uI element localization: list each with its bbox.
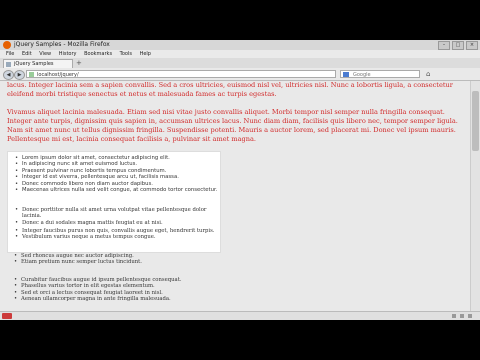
bullet-list: Lorem ipsum dolor sit amet, consectetur … xyxy=(8,155,217,194)
list-item: Maecenas ultrices nulla sed velit congue… xyxy=(15,187,217,194)
address-text: localhost/jquery/ xyxy=(37,72,79,78)
vertical-scrollbar[interactable] xyxy=(470,81,480,311)
navigation-bar: ◀ ▶ localhost/jquery/ Google ⌂ xyxy=(0,68,480,81)
address-bar[interactable]: localhost/jquery/ xyxy=(26,70,336,78)
page-content: lacus. Integer lacinia sem a sapien conv… xyxy=(0,81,480,311)
page-favicon-icon xyxy=(6,62,11,67)
bullet-list: Sed rhoncus augue nec auctor adipiscing.… xyxy=(7,253,142,266)
bullet-list: Curabitur faucibus augue id ipsum pellen… xyxy=(7,277,182,303)
list-item: Donec a dui sodales magna mattis feugiat… xyxy=(15,220,220,227)
google-search-icon xyxy=(343,72,349,77)
menu-help[interactable]: Help xyxy=(140,51,151,57)
minimize-button[interactable]: – xyxy=(438,41,450,50)
scrollbar-thumb[interactable] xyxy=(472,91,479,151)
search-input[interactable]: Google xyxy=(340,70,420,78)
list-item: Donec porttitor nulla sit amet urna volu… xyxy=(15,207,220,220)
tab-jquery-samples[interactable]: jQuery Samples xyxy=(3,59,73,68)
list-item: Aenean ullamcorper magna in ante fringil… xyxy=(14,296,182,303)
firefox-logo-icon xyxy=(3,41,11,49)
menu-history[interactable]: History xyxy=(59,51,77,57)
paragraph: lacus. Integer lacinia sem a sapien conv… xyxy=(7,81,453,98)
addon-bar-icon[interactable] xyxy=(2,313,12,319)
back-button[interactable]: ◀ xyxy=(3,70,14,80)
browser-window: jQuery Samples - Mozilla Firefox – □ × F… xyxy=(0,40,480,320)
list-panel: Lorem ipsum dolor sit amet, consectetur … xyxy=(7,151,221,253)
list-item: Vestibulum varius neque a metus tempus c… xyxy=(15,234,215,241)
title-bar: jQuery Samples - Mozilla Firefox – □ × xyxy=(0,40,480,50)
site-identity-icon xyxy=(29,72,34,77)
window-controls: – □ × xyxy=(438,41,478,50)
maximize-button[interactable]: □ xyxy=(452,41,464,50)
status-bar xyxy=(0,311,480,320)
tab-label: jQuery Samples xyxy=(14,61,54,67)
paragraph: Vivamus aliquet lacinia malesuada. Etiam… xyxy=(7,108,458,143)
status-icon xyxy=(468,314,472,318)
home-icon[interactable]: ⌂ xyxy=(426,70,430,78)
close-button[interactable]: × xyxy=(466,41,478,50)
tab-strip: jQuery Samples + xyxy=(0,58,480,68)
status-icon xyxy=(452,314,456,318)
bullet-list: Donec porttitor nulla sit amet urna volu… xyxy=(8,207,220,227)
menu-file[interactable]: File xyxy=(6,51,14,57)
search-placeholder: Google xyxy=(353,72,371,78)
menu-bookmarks[interactable]: Bookmarks xyxy=(84,51,112,57)
menu-bar: File Edit View History Bookmarks Tools H… xyxy=(0,50,480,58)
menu-tools[interactable]: Tools xyxy=(120,51,132,57)
forward-button[interactable]: ▶ xyxy=(14,70,25,80)
window-title: jQuery Samples - Mozilla Firefox xyxy=(14,41,110,48)
status-icon xyxy=(460,314,464,318)
menu-view[interactable]: View xyxy=(39,51,51,57)
bullet-list: Integer faucibus purus non quis, convall… xyxy=(8,228,215,241)
menu-edit[interactable]: Edit xyxy=(22,51,32,57)
list-item: Etiam pretium nunc semper luctus tincidu… xyxy=(14,259,142,266)
new-tab-button[interactable]: + xyxy=(76,60,82,67)
